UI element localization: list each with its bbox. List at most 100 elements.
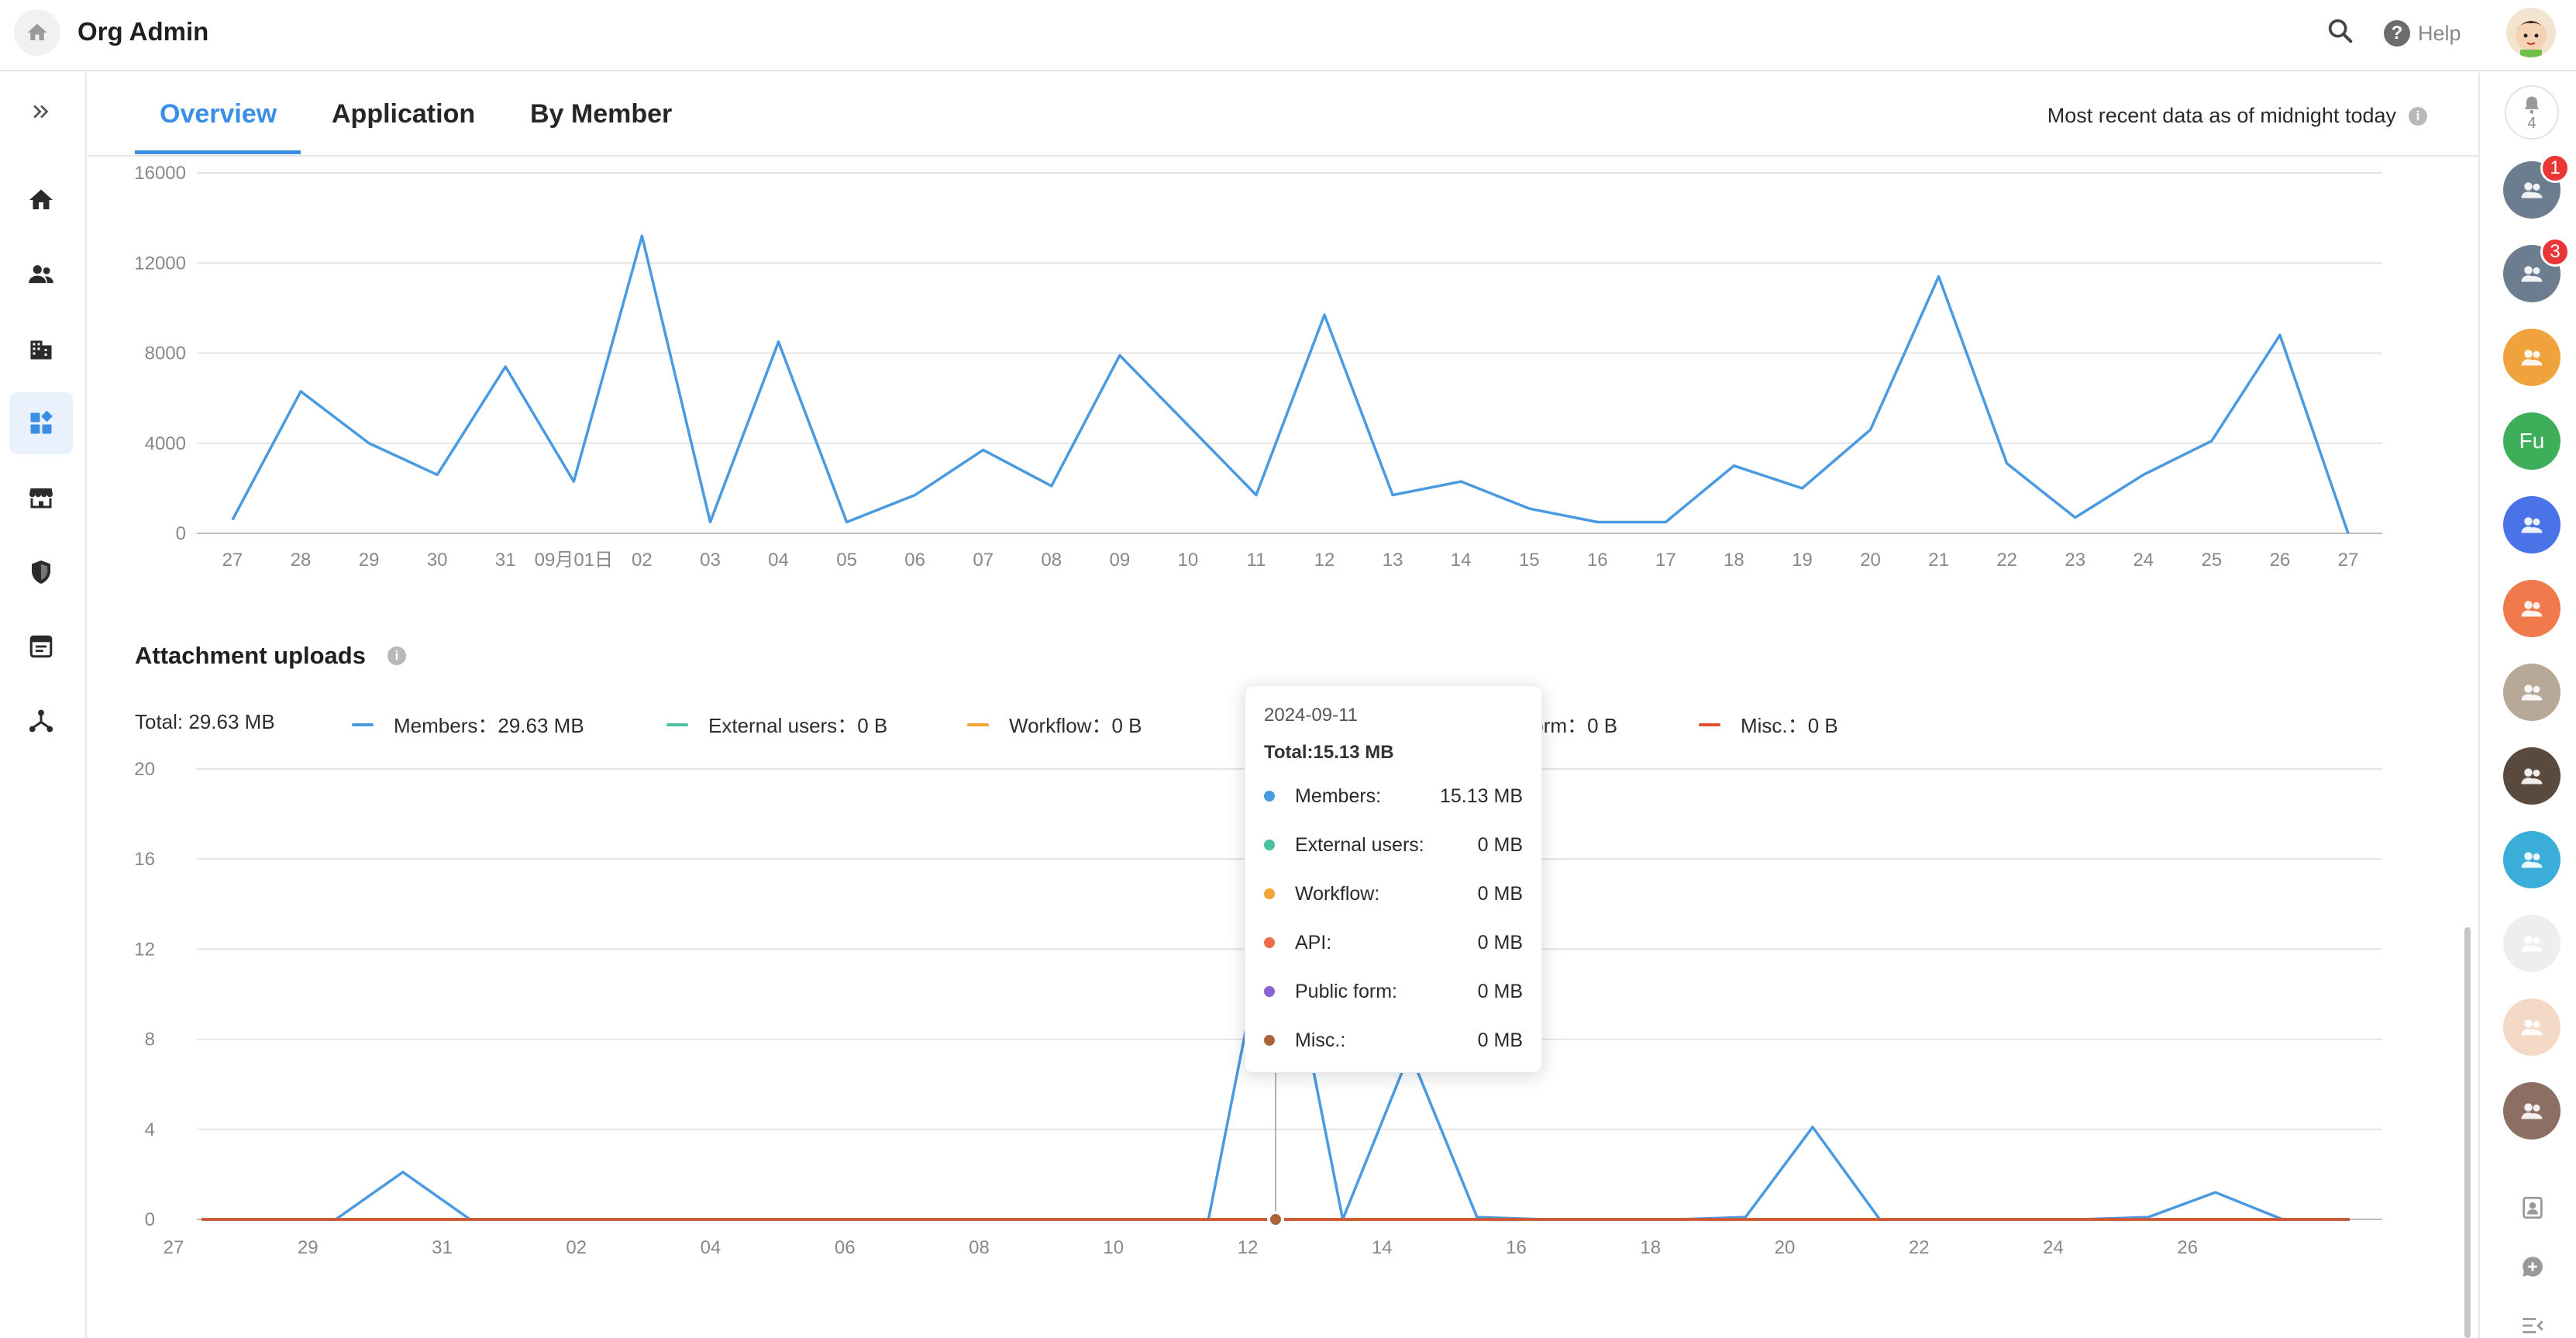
tab-by-member[interactable]: By Member	[530, 99, 672, 129]
legend-swatch	[1699, 722, 1720, 726]
avatar-initials: Fu	[2519, 429, 2545, 453]
nav-apps-dashboard[interactable]	[9, 392, 73, 454]
page-scrollbar[interactable]	[2464, 927, 2471, 1338]
recent-data-label: Most recent data as of midnight today	[2047, 104, 2396, 127]
x-tick-label: 17	[1655, 550, 1676, 571]
home-icon	[29, 189, 53, 209]
x-tick-label: 10	[1103, 1237, 1124, 1258]
nav-organization[interactable]	[9, 318, 73, 380]
help-button[interactable]: ? Help	[2384, 17, 2461, 50]
notifications-button[interactable]: 4	[2505, 85, 2559, 140]
sidebar-item-cartoon-panda[interactable]	[2503, 915, 2561, 972]
legend-name: Workflow	[1009, 714, 1092, 737]
home-button[interactable]	[14, 9, 60, 56]
y-tick-label: 16	[134, 849, 155, 870]
legend-value: 0 B	[1587, 714, 1618, 737]
x-tick-label: 15	[1519, 550, 1540, 571]
legend-item-external-users[interactable]: External users：0 B	[666, 710, 887, 739]
notification-count: 4	[2527, 115, 2536, 132]
series-dot	[1264, 1035, 1275, 1046]
recent-data-note: Most recent data as of midnight today i	[2047, 104, 2427, 128]
log-icon	[29, 635, 53, 658]
x-tick-label: 29	[298, 1237, 319, 1258]
sidebar-item-reminders[interactable]: 3	[2503, 237, 2570, 302]
y-tick-label: 0	[176, 523, 186, 544]
list-collapse-icon	[2523, 1318, 2543, 1333]
legend-item-workflow[interactable]: Workflow：0 B	[967, 710, 1142, 739]
tooltip-series-name: API:	[1295, 931, 1332, 953]
x-tick-label: 25	[2202, 550, 2223, 571]
x-tick-label: 21	[1928, 550, 1949, 571]
legend-total: Total: 29.63 MB	[135, 710, 275, 733]
contacts-button[interactable]	[2517, 1192, 2548, 1223]
x-tick-label: 12	[1314, 550, 1335, 571]
group-icon	[2521, 852, 2543, 868]
x-tick-label: 27	[2338, 550, 2359, 571]
series-line[interactable]	[231, 234, 2350, 534]
x-tick-label: 22	[1996, 550, 2017, 571]
legend-name: Members	[394, 714, 478, 737]
new-chat-button[interactable]	[2517, 1251, 2548, 1282]
series-dot	[1264, 986, 1275, 997]
tooltip-series-value: 0 MB	[1477, 931, 1523, 953]
legend-swatch	[352, 722, 374, 726]
x-tick-label: 09月01日	[535, 550, 613, 571]
legend-item-misc[interactable]: Misc.：0 B	[1699, 710, 1838, 739]
legend-swatch	[967, 722, 989, 726]
expand-sidebar-button[interactable]	[9, 81, 73, 143]
x-tick-label: 16	[1587, 550, 1608, 571]
tab-application[interactable]: Application	[332, 99, 475, 129]
nav-network[interactable]	[9, 690, 73, 752]
sidebar-item-group-brown[interactable]	[2503, 1082, 2561, 1140]
nav-logs[interactable]	[9, 616, 73, 678]
attachment-uploads-line-chart: 04812162027 29 31 02 04 06 08 10 12 14 16 18 20 22 24 2…	[134, 759, 2382, 1258]
legend-name: Misc.	[1741, 714, 1788, 737]
tooltip-row: Misc.: 0 MB	[1264, 1025, 1523, 1056]
sidebar-item-workbench[interactable]	[2503, 329, 2561, 386]
legend-swatch	[666, 722, 688, 726]
sidebar-item-approvals[interactable]: 1	[2503, 153, 2570, 219]
x-tick-label: 08	[969, 1237, 990, 1258]
sidebar-item-cat-photo-2[interactable]	[2503, 747, 2561, 805]
x-tick-label: 16	[1506, 1237, 1527, 1258]
tooltip-row: External users: 0 MB	[1264, 829, 1523, 860]
tab-overview[interactable]: Overview	[160, 99, 277, 129]
legend-name: External users	[708, 714, 838, 737]
sidebar-item-cat-photo-1[interactable]	[2503, 664, 2561, 721]
x-tick-label: 02	[632, 550, 653, 571]
legend-value: 0 B	[1111, 714, 1142, 737]
info-icon[interactable]: i	[2409, 106, 2427, 126]
series-dot	[1264, 791, 1275, 802]
sidebar-item-group-orange[interactable]	[2503, 580, 2561, 637]
photo-avatar-icon	[2521, 685, 2543, 701]
nav-home[interactable]	[9, 169, 73, 231]
user-avatar[interactable]	[2506, 8, 2556, 57]
sidebar-item-cartoon-face[interactable]	[2503, 998, 2561, 1056]
x-tick-label: 31	[495, 550, 516, 571]
sidebar-item-ai-assistant[interactable]	[2503, 496, 2561, 553]
nav-members[interactable]	[9, 243, 73, 305]
info-icon[interactable]: i	[387, 647, 406, 665]
tooltip-series-value: 0 MB	[1477, 882, 1523, 905]
bell-icon	[2524, 96, 2540, 114]
sidebar-item-group-teal[interactable]	[2503, 831, 2561, 888]
x-tick-label: 11	[1247, 550, 1266, 571]
x-tick-label: 09	[1109, 550, 1130, 571]
search-button[interactable]	[2325, 16, 2357, 48]
tooltip-series-name: Public form:	[1295, 980, 1397, 1002]
chart-tooltip: 2024-09-11 Total:15.13 MB Members: 15.13…	[1245, 685, 1542, 1073]
nav-store[interactable]	[9, 467, 73, 529]
hover-point[interactable]	[1267, 1211, 1284, 1228]
collapse-list-button[interactable]	[2517, 1310, 2548, 1338]
legend-item-members[interactable]: Members：29.63 MB	[352, 710, 584, 739]
legend-value: 0 B	[857, 714, 888, 737]
nav-security[interactable]	[9, 541, 73, 603]
x-tick-label: 06	[904, 550, 925, 571]
tooltip-series-name: Misc.:	[1295, 1029, 1346, 1051]
tooltip-series-value: 0 MB	[1477, 980, 1523, 1002]
reminders-icon	[2521, 266, 2543, 282]
sidebar-item-user-fu[interactable]: Fu	[2503, 412, 2561, 470]
x-tick-label: 14	[1372, 1237, 1393, 1258]
group-icon	[2521, 1103, 2543, 1119]
home-icon	[27, 23, 47, 40]
